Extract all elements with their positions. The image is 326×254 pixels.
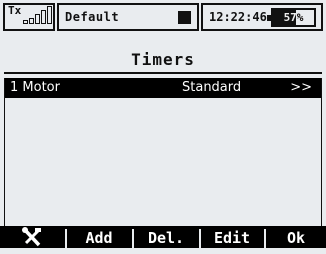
clock-time: 12:22:46 [209,10,267,24]
signal-bar [35,14,40,24]
signal-bar [47,6,52,24]
battery-terminal [267,15,271,21]
page-title: Timers [131,50,195,69]
title-divider [4,72,322,74]
row-arrow-icon: >> [290,80,312,95]
signal-bar [41,10,46,24]
clock-battery-indicator: 12:22:46 57% [201,3,323,31]
wrench-screwdriver-icon [22,227,41,247]
ok-button[interactable]: Ok [266,226,326,248]
battery-percent: 57% [283,11,304,24]
tx-signal-indicator: Tx [3,3,55,31]
model-square-icon [178,11,191,24]
model-indicator: Default [57,3,199,31]
delete-button[interactable]: Del. [134,226,198,248]
status-bar: Tx Default 12:22:46 57% [3,3,323,31]
timer-mode: Standard [182,80,242,95]
battery-icon: 57% [267,8,316,27]
signal-bar [23,20,28,24]
timer-name: 1 Motor [10,80,60,95]
list-border-left [4,78,5,228]
tx-label: Tx [8,4,22,17]
timer-row[interactable]: 1 Motor Standard >> [4,78,322,98]
list-border-right [321,78,322,228]
tools-button[interactable] [0,226,64,248]
add-button[interactable]: Add [67,226,131,248]
model-name: Default [65,10,120,24]
signal-bar [29,18,34,24]
softkey-menu-bar: Add Del. Edit Ok [0,226,326,248]
edit-button[interactable]: Edit [201,226,263,248]
